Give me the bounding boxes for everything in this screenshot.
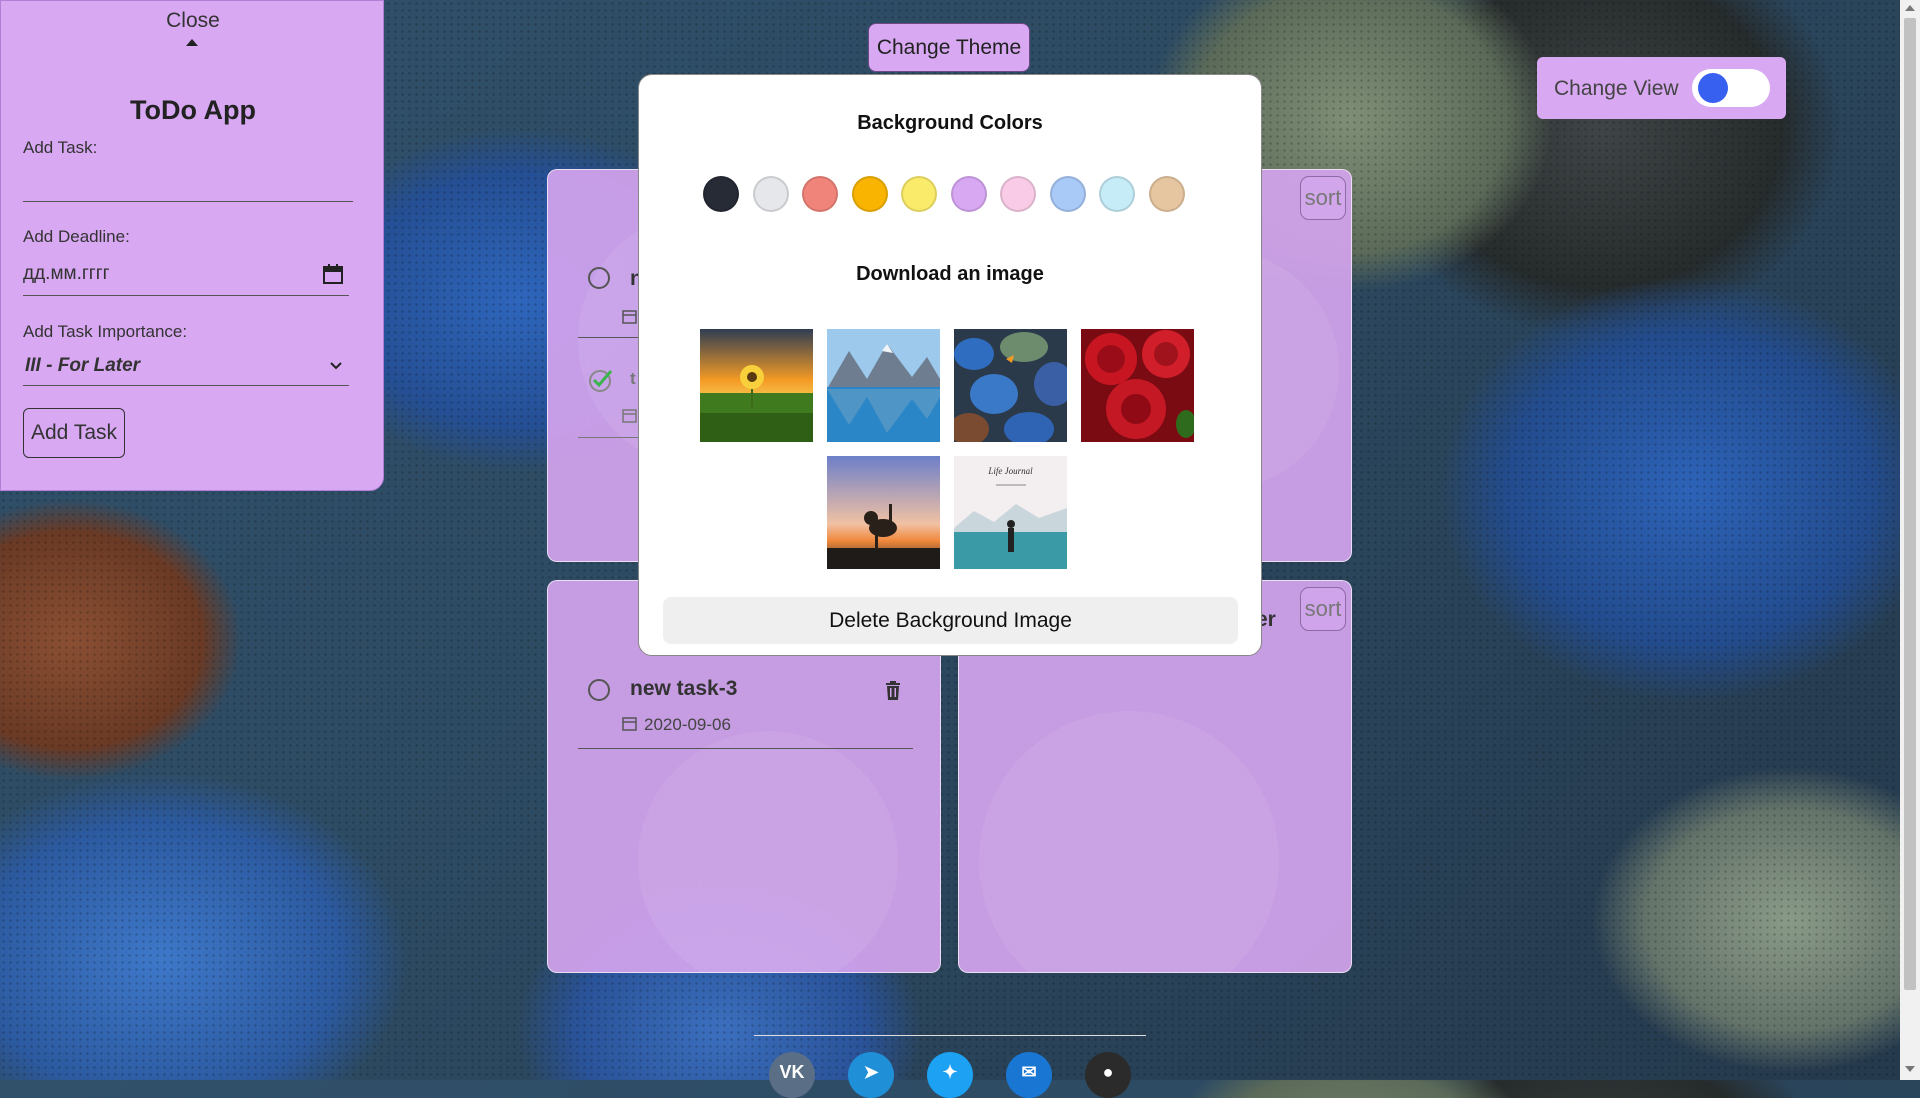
vk-icon[interactable]: VK: [769, 1052, 815, 1098]
scrollbar-thumb[interactable]: [1904, 18, 1916, 990]
color-swatch[interactable]: [901, 176, 937, 212]
delete-background-button[interactable]: Delete Background Image: [663, 597, 1238, 644]
thumbnail-red-roses[interactable]: [1081, 329, 1194, 442]
change-view-panel: Change View: [1537, 57, 1786, 119]
sort-button[interactable]: sort: [1300, 587, 1346, 631]
trash-icon[interactable]: [885, 681, 901, 700]
color-swatch[interactable]: [802, 176, 838, 212]
task-title: new task-3: [630, 677, 738, 700]
sidebar-panel: Close ToDo App Add Task: Add Deadline: д…: [0, 0, 384, 491]
task-date: 2020-09-06: [644, 715, 731, 734]
scrollbar[interactable]: [1900, 0, 1920, 1080]
app-title: ToDo App: [130, 95, 256, 125]
sort-button[interactable]: sort: [1300, 176, 1346, 220]
change-view-label: Change View: [1554, 77, 1679, 100]
color-swatch[interactable]: [703, 176, 739, 212]
checked-circle-icon[interactable]: [587, 366, 615, 394]
importance-underline: [23, 384, 349, 386]
card-decoration: [638, 731, 898, 972]
chevron-down-icon[interactable]: [329, 361, 343, 371]
thumbnail-sunflower[interactable]: [700, 329, 813, 442]
close-button[interactable]: Close: [1, 9, 385, 33]
thumbnail-blue-pebbles[interactable]: [954, 329, 1067, 442]
importance-label: Add Task Importance:: [23, 322, 188, 341]
color-swatch[interactable]: [1099, 176, 1135, 212]
add-task-button[interactable]: Add Task: [23, 408, 125, 458]
toggle-knob: [1698, 73, 1728, 103]
github-icon[interactable]: ●: [1085, 1052, 1131, 1098]
color-swatch[interactable]: [1000, 176, 1036, 212]
task-title-completed: t: [630, 369, 636, 388]
calendar-icon: [622, 717, 637, 731]
thumbnail-life-journal[interactable]: Life Journal: [954, 456, 1067, 569]
change-view-toggle[interactable]: [1692, 69, 1770, 107]
thumbnail-mountain-lake[interactable]: [827, 329, 940, 442]
add-task-input[interactable]: [23, 200, 353, 202]
thumbnail-caption: Life Journal: [988, 466, 1033, 476]
calendar-icon[interactable]: [322, 263, 344, 285]
deadline-label: Add Deadline:: [23, 227, 130, 246]
calendar-icon: [622, 310, 637, 324]
calendar-icon: [622, 409, 637, 423]
importance-select[interactable]: III - For Later: [25, 355, 140, 377]
color-swatch[interactable]: [851, 176, 888, 212]
download-image-heading: Download an image: [856, 263, 1044, 285]
color-swatch[interactable]: [1148, 176, 1185, 212]
theme-modal: Background Colors Download an image Life…: [638, 74, 1262, 656]
thumbnail-dancing-cat[interactable]: [827, 456, 940, 569]
deadline-input[interactable]: дд.мм.гггг: [23, 263, 110, 285]
scroll-down-icon[interactable]: [1905, 1066, 1915, 1072]
task-checkbox[interactable]: [588, 679, 610, 701]
footer-divider: [754, 1035, 1146, 1036]
add-task-label: Add Task:: [23, 138, 98, 157]
color-swatch[interactable]: [950, 176, 987, 212]
task-checkbox[interactable]: [588, 267, 610, 289]
task-divider: [578, 748, 913, 749]
caret-up-icon[interactable]: [186, 39, 198, 46]
scroll-up-icon[interactable]: [1905, 5, 1915, 11]
background-colors-heading: Background Colors: [857, 112, 1043, 134]
change-theme-button[interactable]: Change Theme: [868, 23, 1030, 72]
color-swatch[interactable]: [752, 176, 789, 212]
card-decoration: [979, 711, 1279, 972]
color-swatch[interactable]: [1049, 176, 1086, 212]
twitter-icon[interactable]: ✦: [927, 1052, 973, 1098]
telegram-icon[interactable]: ➤: [848, 1052, 894, 1098]
email-icon[interactable]: ✉: [1006, 1052, 1052, 1098]
deadline-underline: [23, 294, 349, 296]
